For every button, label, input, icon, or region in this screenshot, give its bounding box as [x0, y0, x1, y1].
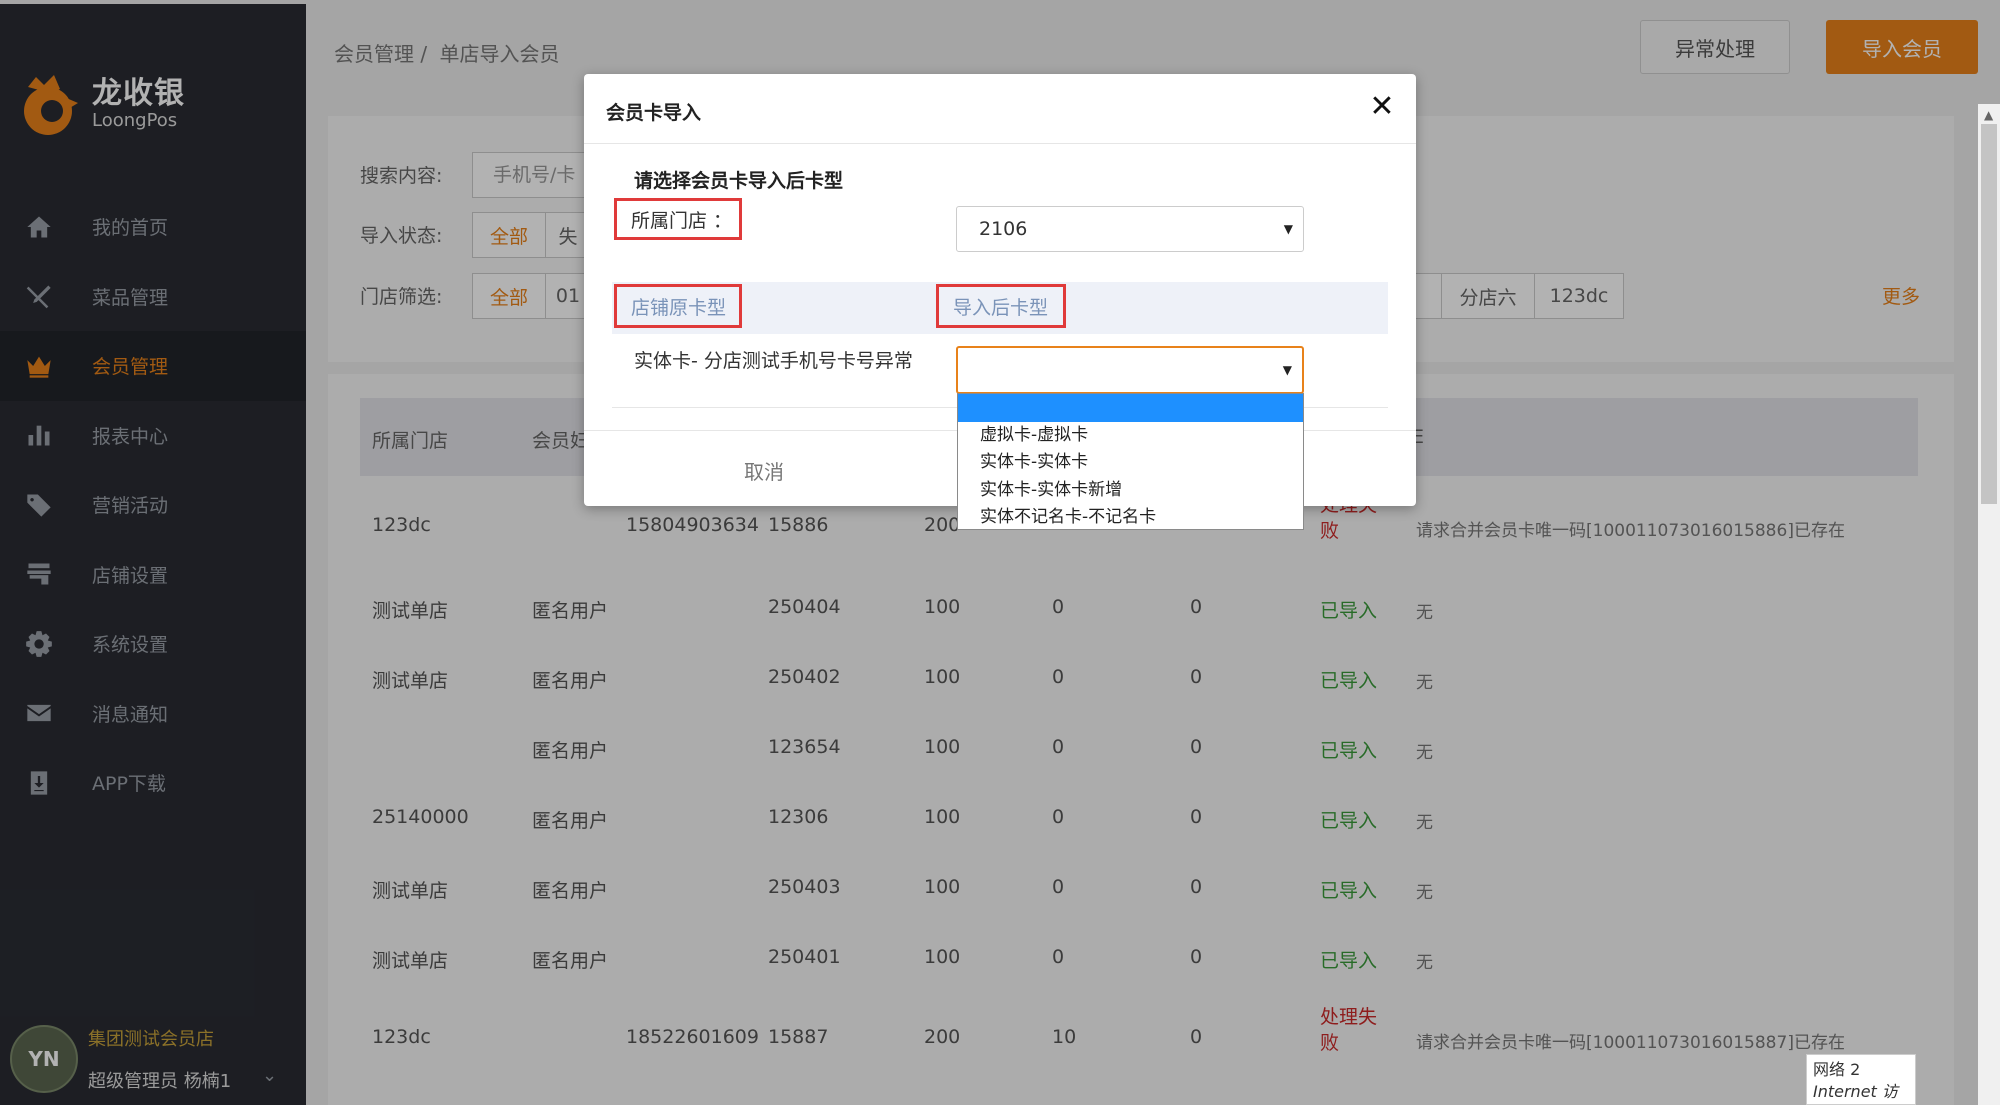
close-icon[interactable]: ✕: [1366, 92, 1398, 124]
cancel-button[interactable]: 取消: [744, 456, 784, 485]
dialog-header: 会员卡导入 ✕: [584, 74, 1416, 144]
dropdown-option[interactable]: 实体不记名卡-不记名卡: [958, 504, 1303, 532]
caret-down-icon: ▼: [1283, 222, 1293, 236]
original-card-type-header: 店铺原卡型: [614, 284, 742, 328]
target-card-type-header: 导入后卡型: [936, 284, 1066, 328]
scrollbar-thumb[interactable]: [1981, 124, 1997, 504]
scroll-up-icon[interactable]: ▲: [1984, 108, 1993, 122]
network-status-tooltip: 网络 2 Internet 访问: [1806, 1054, 1916, 1105]
network-name: 网络 2: [1813, 1060, 1861, 1079]
page-scrollbar[interactable]: ▲: [1978, 104, 2000, 1105]
store-select-value: 2106: [979, 218, 1028, 240]
caret-down-icon: ▼: [1282, 363, 1292, 377]
dropdown-option[interactable]: 实体卡-实体卡新增: [958, 477, 1303, 505]
dropdown-option-empty[interactable]: [958, 394, 1303, 422]
target-card-type-select[interactable]: ▼: [956, 346, 1304, 394]
dialog-title: 会员卡导入: [606, 102, 702, 124]
network-access: Internet 访问: [1813, 1082, 1898, 1105]
dialog-prompt: 请选择会员卡导入后卡型: [634, 170, 844, 192]
store-field-label: 所属门店 ：: [614, 198, 742, 240]
original-card-type: 实体卡- 分店测试手机号卡号异常: [634, 350, 913, 372]
card-type-dropdown-list: 虚拟卡-虚拟卡 实体卡-实体卡 实体卡-实体卡新增 实体不记名卡-不记名卡: [957, 393, 1304, 530]
dropdown-option[interactable]: 实体卡-实体卡: [958, 449, 1303, 477]
dropdown-option[interactable]: 虚拟卡-虚拟卡: [958, 422, 1303, 450]
store-select[interactable]: 2106 ▼: [956, 206, 1304, 252]
